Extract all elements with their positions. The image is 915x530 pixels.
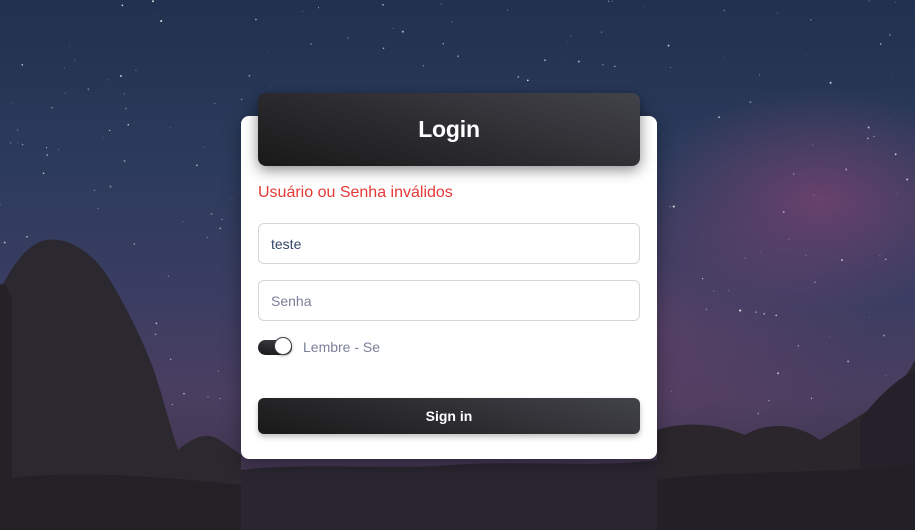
username-field[interactable] xyxy=(258,223,640,264)
login-title: Login xyxy=(418,116,480,142)
remember-label: Lembre - Se xyxy=(303,339,381,355)
login-card-header: Login xyxy=(258,93,640,166)
username-input[interactable] xyxy=(259,224,639,263)
remember-me: Lembre - Se xyxy=(258,337,380,357)
remember-toggle[interactable] xyxy=(258,337,292,357)
password-input[interactable] xyxy=(259,281,639,320)
password-field[interactable] xyxy=(258,280,640,321)
error-message: Usuário ou Senha inválidos xyxy=(258,184,453,201)
sign-in-button[interactable]: Sign in xyxy=(258,398,640,434)
toggle-knob xyxy=(274,337,292,355)
